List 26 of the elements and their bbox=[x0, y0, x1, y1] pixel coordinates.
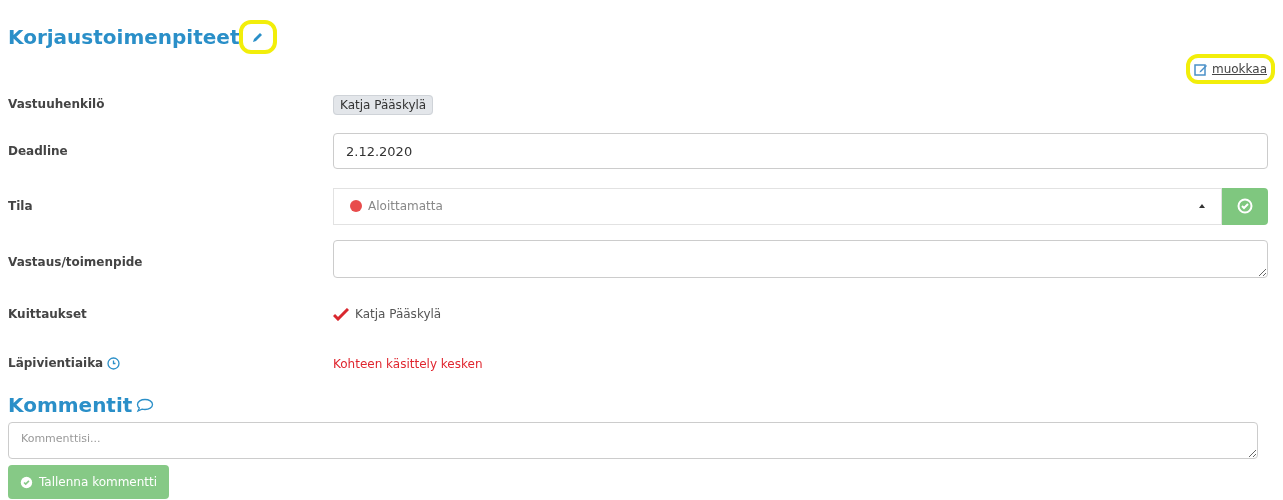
clock-icon bbox=[107, 356, 121, 370]
status-value: Aloittamatta bbox=[368, 198, 443, 215]
field-label: Vastuuhenkilö bbox=[8, 96, 105, 113]
pencil-icon bbox=[252, 31, 265, 43]
speech-bubble-icon bbox=[136, 397, 155, 413]
person-tag: Katja Pääskylä bbox=[333, 95, 434, 115]
check-icon bbox=[333, 307, 349, 321]
date-field[interactable]: 2.12.2020 bbox=[333, 133, 1268, 169]
caret-icon bbox=[1199, 204, 1205, 208]
status-select[interactable]: Aloittamatta bbox=[333, 187, 1222, 225]
field-label: Kuittaukset bbox=[8, 306, 87, 323]
section-title: Kommentit bbox=[8, 392, 133, 419]
check-circle-icon bbox=[1237, 198, 1253, 214]
acknowledged-person: Katja Pääskylä bbox=[355, 306, 442, 323]
field-label: Tila bbox=[8, 198, 33, 215]
answer-field[interactable] bbox=[333, 239, 1268, 278]
field-label: Deadline bbox=[8, 143, 68, 160]
edit-link[interactable]: muokkaa bbox=[1193, 60, 1267, 78]
confirm-button[interactable] bbox=[1222, 187, 1268, 225]
section-title: Korjaustoimenpiteet bbox=[8, 24, 240, 51]
check-circle-icon bbox=[20, 475, 33, 489]
status-text: Kohteen käsittely kesken bbox=[333, 357, 483, 371]
field-label: Vastaus/toimenpide bbox=[8, 254, 143, 271]
comment-field[interactable]: Kommenttisi... bbox=[8, 422, 1258, 459]
field-label: Läpivientiaika bbox=[8, 355, 104, 372]
edit-icon bbox=[1193, 62, 1208, 76]
